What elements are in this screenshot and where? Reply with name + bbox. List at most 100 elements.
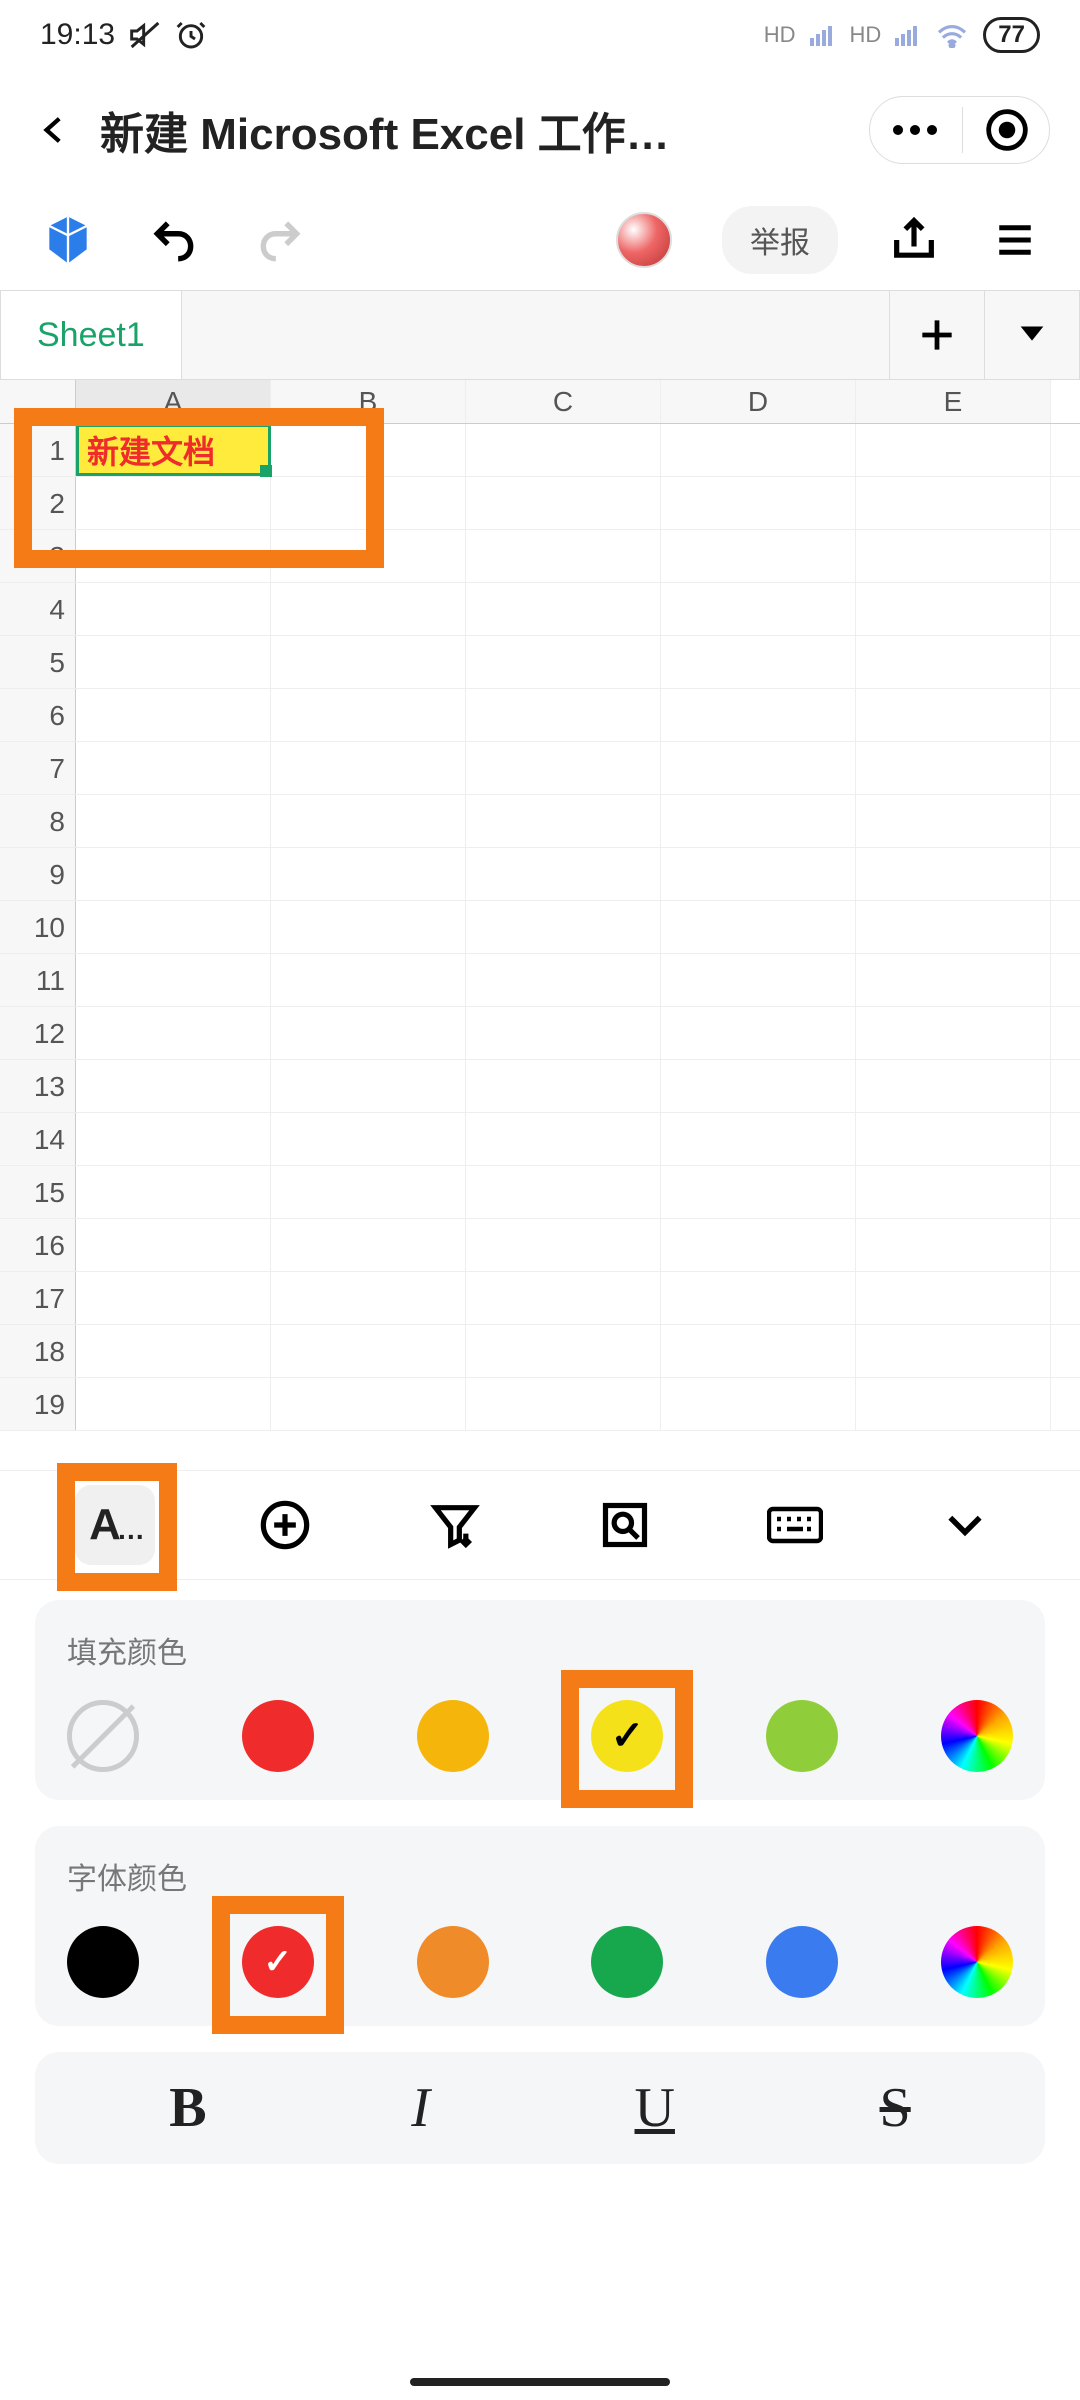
record-icon[interactable] — [985, 108, 1029, 152]
cell[interactable] — [661, 1060, 856, 1112]
cell[interactable] — [466, 636, 661, 688]
row-header[interactable]: 1 — [0, 424, 76, 476]
cell[interactable] — [76, 1007, 271, 1059]
row-header[interactable]: 4 — [0, 583, 76, 635]
back-button[interactable] — [30, 108, 80, 152]
cell[interactable] — [661, 1272, 856, 1324]
cell[interactable] — [856, 1166, 1051, 1218]
cell[interactable] — [466, 583, 661, 635]
cell[interactable] — [856, 477, 1051, 529]
cell[interactable] — [271, 848, 466, 900]
row-header[interactable]: 12 — [0, 1007, 76, 1059]
cell[interactable] — [76, 530, 271, 582]
color-swatch[interactable]: ✓ — [242, 1926, 314, 1998]
avatar[interactable] — [616, 212, 672, 268]
row-header[interactable]: 3 — [0, 530, 76, 582]
more-icon[interactable] — [890, 115, 940, 145]
cell[interactable] — [76, 1272, 271, 1324]
text-format-button[interactable]: A… — [75, 1485, 155, 1565]
cell[interactable] — [271, 1272, 466, 1324]
cell[interactable] — [271, 1219, 466, 1271]
cell-a1[interactable]: 新建文档 — [76, 424, 271, 476]
cell[interactable] — [466, 1272, 661, 1324]
color-swatch[interactable] — [591, 1926, 663, 1998]
col-header-c[interactable]: C — [466, 380, 661, 423]
cell[interactable] — [856, 424, 1051, 476]
color-swatch[interactable] — [941, 1700, 1013, 1772]
color-swatch[interactable] — [417, 1700, 489, 1772]
cell[interactable] — [661, 1113, 856, 1165]
cell[interactable] — [466, 477, 661, 529]
cell[interactable] — [466, 1219, 661, 1271]
cell[interactable] — [271, 1378, 466, 1430]
underline-button[interactable]: U — [635, 2076, 675, 2140]
color-swatch[interactable] — [242, 1700, 314, 1772]
cell[interactable] — [271, 1325, 466, 1377]
cell[interactable] — [76, 1378, 271, 1430]
row-header[interactable]: 19 — [0, 1378, 76, 1430]
spreadsheet-grid[interactable]: A B C D E 1新建文档2345678910111213141516171… — [0, 380, 1080, 1470]
cell[interactable] — [661, 848, 856, 900]
cell[interactable] — [466, 795, 661, 847]
color-swatch[interactable] — [766, 1926, 838, 1998]
col-header-e[interactable]: E — [856, 380, 1051, 423]
row-header[interactable]: 5 — [0, 636, 76, 688]
corner-cell[interactable] — [0, 380, 76, 423]
color-swatch[interactable] — [67, 1926, 139, 1998]
sheet-dropdown-button[interactable] — [984, 291, 1079, 379]
cell[interactable] — [661, 477, 856, 529]
cell[interactable] — [661, 1007, 856, 1059]
cell[interactable] — [76, 689, 271, 741]
report-button[interactable]: 举报 — [722, 206, 838, 274]
cell[interactable] — [856, 689, 1051, 741]
col-header-a[interactable]: A — [76, 380, 271, 423]
find-button[interactable] — [585, 1485, 665, 1565]
cell[interactable] — [856, 795, 1051, 847]
cell[interactable] — [466, 742, 661, 794]
cell[interactable] — [271, 424, 466, 476]
cell[interactable] — [661, 1219, 856, 1271]
cell[interactable] — [856, 1325, 1051, 1377]
col-header-b[interactable]: B — [271, 380, 466, 423]
row-header[interactable]: 11 — [0, 954, 76, 1006]
cell[interactable] — [466, 954, 661, 1006]
cell[interactable] — [76, 636, 271, 688]
row-header[interactable]: 6 — [0, 689, 76, 741]
cell[interactable] — [856, 1060, 1051, 1112]
cell[interactable] — [271, 583, 466, 635]
cell[interactable] — [76, 742, 271, 794]
cell[interactable] — [76, 901, 271, 953]
cell[interactable] — [661, 424, 856, 476]
cell[interactable] — [856, 742, 1051, 794]
cell[interactable] — [856, 901, 1051, 953]
cell[interactable] — [76, 1060, 271, 1112]
cell[interactable] — [76, 1219, 271, 1271]
cell[interactable] — [466, 1113, 661, 1165]
cell[interactable] — [76, 954, 271, 1006]
cell[interactable] — [466, 848, 661, 900]
keyboard-button[interactable] — [755, 1485, 835, 1565]
strike-button[interactable]: S — [880, 2076, 911, 2140]
cell[interactable] — [271, 1007, 466, 1059]
cell[interactable] — [76, 583, 271, 635]
cell[interactable] — [856, 848, 1051, 900]
color-swatch[interactable]: ✓ — [591, 1700, 663, 1772]
row-header[interactable]: 9 — [0, 848, 76, 900]
cell[interactable] — [466, 901, 661, 953]
cell[interactable] — [271, 636, 466, 688]
cell[interactable] — [466, 530, 661, 582]
color-swatch[interactable] — [766, 1700, 838, 1772]
italic-button[interactable]: I — [411, 2076, 430, 2140]
row-header[interactable]: 2 — [0, 477, 76, 529]
row-header[interactable]: 8 — [0, 795, 76, 847]
undo-button[interactable] — [146, 215, 202, 265]
color-swatch[interactable] — [67, 1700, 139, 1772]
cell[interactable] — [661, 795, 856, 847]
cell[interactable] — [76, 1325, 271, 1377]
row-header[interactable]: 7 — [0, 742, 76, 794]
cell[interactable] — [76, 1166, 271, 1218]
bold-button[interactable]: B — [169, 2076, 206, 2140]
cell[interactable] — [271, 1166, 466, 1218]
cell[interactable] — [271, 1113, 466, 1165]
filter-button[interactable] — [415, 1485, 495, 1565]
